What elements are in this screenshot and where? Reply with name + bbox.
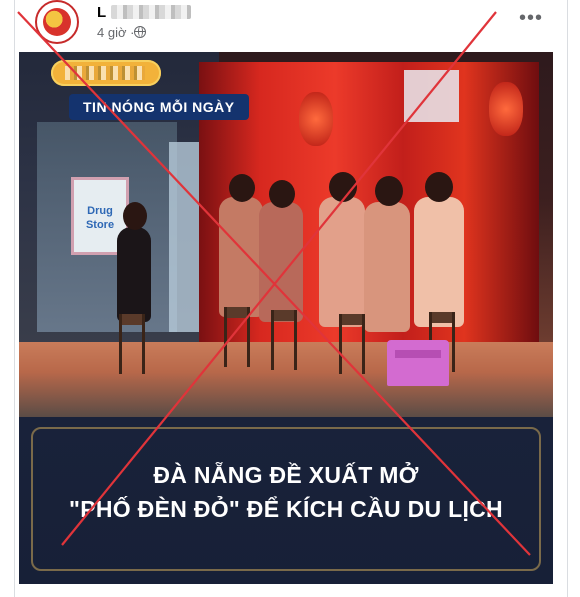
person-head — [425, 172, 453, 202]
person-head — [123, 202, 147, 230]
person-head — [269, 180, 295, 208]
news-tag: TIN NÓNG MỖI NGÀY — [69, 94, 249, 120]
street-photo: Drug Store TIN NÓNG MỖI NGÀY — [19, 52, 553, 417]
post-card: L 4 giờ · ••• Drug Store TIN NÓNG MỖI NG… — [14, 0, 568, 597]
stool — [339, 314, 365, 374]
person — [414, 197, 464, 327]
person-head — [229, 174, 255, 202]
globe-icon — [134, 26, 146, 38]
person — [364, 202, 410, 332]
page-logo — [43, 8, 71, 36]
post-header: L 4 giờ · ••• — [15, 0, 567, 52]
person-head — [329, 172, 357, 202]
person — [259, 202, 303, 322]
headline-line-1: ĐÀ NẴNG ĐỀ XUẤT MỞ — [153, 462, 419, 488]
post-time[interactable]: 4 giờ · — [97, 25, 134, 40]
person-head — [375, 176, 403, 206]
author-name-blurred — [111, 5, 191, 19]
author-name[interactable]: L — [97, 4, 106, 21]
post-image[interactable]: Drug Store TIN NÓNG MỖI NGÀY ĐÀ NẴNG ĐỀ … — [19, 52, 553, 584]
stool — [224, 307, 250, 367]
lantern — [299, 92, 333, 146]
avatar[interactable] — [35, 0, 79, 44]
more-dots-icon[interactable]: ••• — [519, 8, 543, 28]
pink-stool — [387, 340, 449, 386]
headline-line-2: "PHỐ ĐÈN ĐỎ" ĐỂ KÍCH CẦU DU LỊCH — [69, 496, 503, 522]
badge-blurred — [65, 66, 145, 80]
person — [319, 197, 365, 327]
lantern — [489, 82, 523, 136]
stool — [271, 310, 297, 370]
caption-panel: ĐÀ NẴNG ĐỀ XUẤT MỞ "PHỐ ĐÈN ĐỎ" ĐỂ KÍCH … — [19, 417, 553, 584]
person — [117, 227, 151, 322]
person — [219, 197, 263, 317]
bar-sign — [404, 70, 459, 122]
stool — [119, 314, 145, 374]
